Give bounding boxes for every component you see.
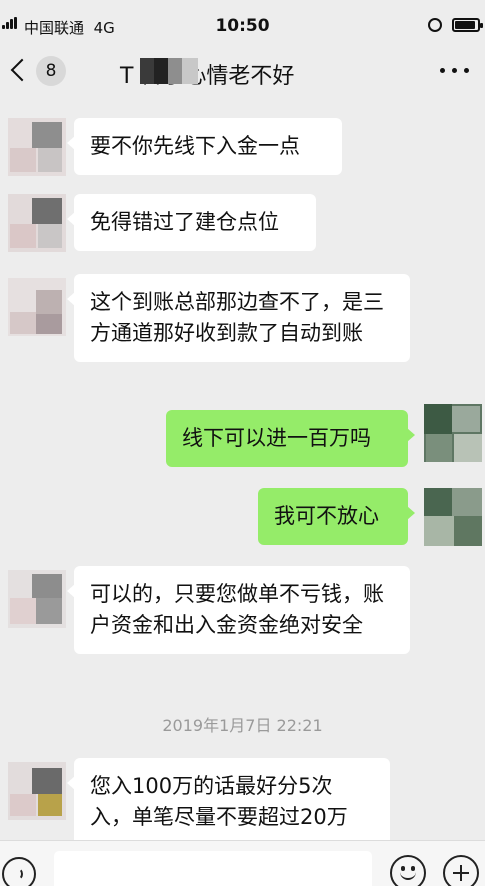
- clock: 10:50: [215, 16, 270, 36]
- status-bar: 中国联通 4G 10:50: [0, 0, 485, 40]
- voice-input-button[interactable]: [2, 857, 36, 886]
- chat-input-bar: [0, 840, 485, 886]
- message-timestamp: 2019年1月7日 22:21: [162, 716, 323, 735]
- title-redaction: [140, 58, 200, 84]
- emoji-mouth: [400, 871, 416, 880]
- chevron-left-icon: [10, 58, 34, 82]
- avatar[interactable]: [8, 570, 66, 628]
- more-options-button[interactable]: [440, 68, 470, 76]
- message-bubble[interactable]: 要不你先线下入金一点: [67, 118, 342, 175]
- avatar[interactable]: [8, 762, 66, 820]
- message-bubble[interactable]: 线下可以进一百万吗: [166, 410, 415, 467]
- avatar[interactable]: [8, 118, 66, 176]
- message-bubble[interactable]: 免得错过了建仓点位: [67, 194, 316, 251]
- message-bubble[interactable]: 您入100万的话最好分5次入，单笔尽量不要超过20万: [67, 758, 390, 846]
- plus-icon[interactable]: [443, 855, 479, 886]
- emoji-button[interactable]: [390, 855, 426, 886]
- battery-icon: [452, 18, 483, 32]
- avatar[interactable]: [424, 488, 482, 546]
- message-bubble[interactable]: 我可不放心: [258, 488, 415, 545]
- message-input[interactable]: [54, 851, 372, 886]
- voice-icon: [13, 868, 23, 880]
- unread-count-badge: 8: [36, 56, 66, 86]
- message-bubble[interactable]: 可以的，只要您做单不亏钱，账户资金和出入金资金绝对安全: [67, 566, 410, 654]
- avatar[interactable]: [8, 278, 66, 336]
- avatar[interactable]: [8, 194, 66, 252]
- message-bubble[interactable]: 这个到账总部那边查不了，是三方通道那好收到款了自动到账: [67, 274, 410, 362]
- chat-header: 8 T 日子心情老不好: [0, 40, 485, 104]
- avatar[interactable]: [424, 404, 482, 462]
- back-button[interactable]: 8: [8, 52, 68, 92]
- rotation-lock-icon: [428, 18, 442, 32]
